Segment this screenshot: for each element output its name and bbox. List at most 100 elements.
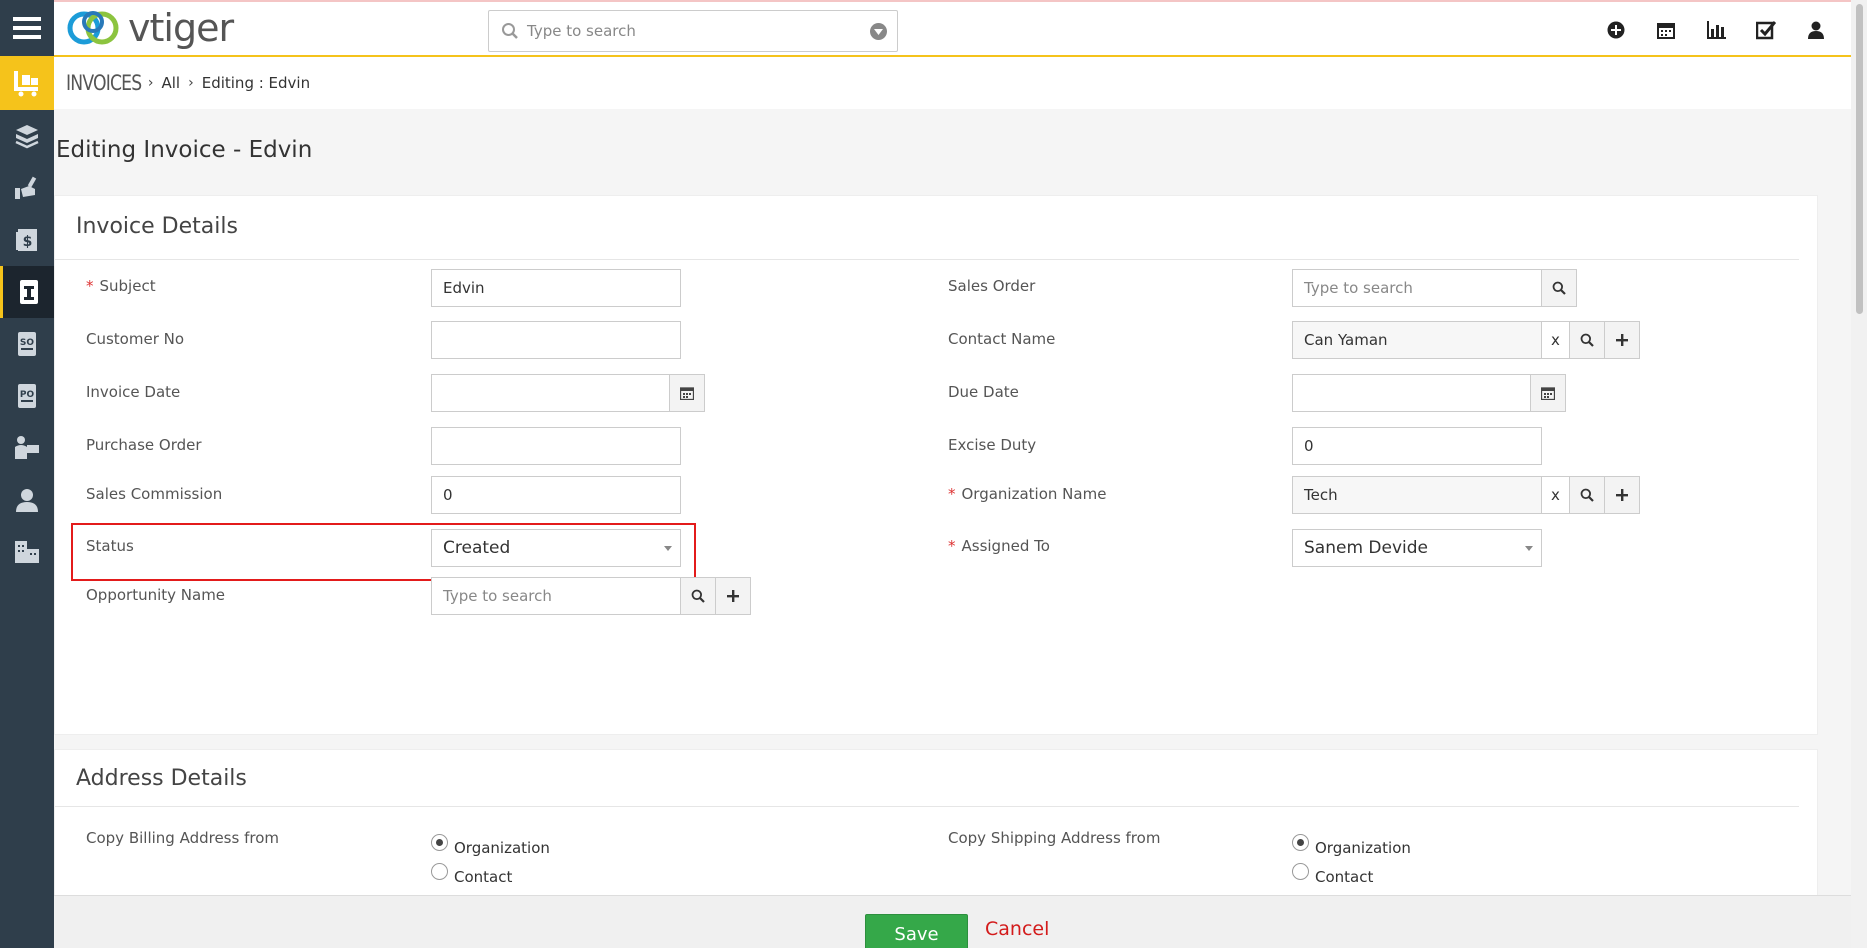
organization-name-input[interactable]: Tech [1292,476,1542,514]
opportunity-name-input[interactable]: Type to search [431,577,681,615]
sales-commission-input[interactable]: 0 [431,476,681,514]
shipping-organization-radio[interactable] [1292,834,1309,851]
assigned-to-label: * Assigned To [948,537,1050,555]
plus-icon [1616,489,1628,501]
menu-icon[interactable] [0,0,54,56]
sales-order-label: Sales Order [948,277,1036,295]
sales-order-search-button[interactable] [1541,269,1577,307]
shipping-contact-label: Contact [1315,868,1374,886]
price-books-icon[interactable]: $ [0,214,54,266]
cancel-link[interactable]: Cancel [985,918,1049,940]
user-profile-icon[interactable] [1791,16,1841,44]
invoice-date-calendar-button[interactable] [669,374,705,412]
left-sidebar: $ SO PO [0,0,54,948]
vertical-scrollbar[interactable] [1851,0,1867,948]
chevron-down-icon [664,546,672,551]
status-select[interactable]: Created [431,529,681,567]
search-icon [1580,333,1594,347]
logo-text: vtiger [128,6,234,50]
plus-icon [727,590,739,602]
reports-icon[interactable] [1691,16,1741,44]
purchase-order-label: Purchase Order [86,436,202,454]
section-title: Address Details [55,750,1799,807]
search-icon [1552,281,1566,295]
organization-add-button[interactable] [1604,476,1640,514]
sales-order-input[interactable]: Type to search [1292,269,1542,307]
inventory-icon[interactable] [0,56,54,110]
search-placeholder: Type to search [527,22,636,40]
customer-no-label: Customer No [86,330,185,348]
invoice-details-panel: Invoice Details * Subject Edvin Customer … [54,195,1818,735]
assigned-to-selected-value: Sanem Devide [1304,538,1428,558]
contact-search-button[interactable] [1569,321,1605,359]
subject-label: * Subject [86,277,156,295]
subject-input[interactable]: Edvin [431,269,681,307]
products-icon[interactable] [0,110,54,162]
opportunity-name-label: Opportunity Name [86,586,226,604]
main-content: Editing Invoice - Edvin Invoice Details … [54,109,1851,948]
search-icon [502,23,518,39]
invoice-date-input[interactable] [431,374,670,412]
organization-name-label-text: Organization Name [961,485,1107,503]
shipping-contact-radio[interactable] [1292,863,1309,880]
contact-name-input[interactable]: Can Yaman [1292,321,1542,359]
contact-clear-button[interactable]: x [1541,321,1570,359]
scrollbar-thumb[interactable] [1856,4,1863,314]
subject-label-text: Subject [99,277,156,295]
copy-billing-label: Copy Billing Address from [86,829,279,847]
due-date-label: Due Date [948,383,1019,401]
required-mark: * [948,485,956,503]
svg-text:SO: SO [20,338,34,348]
calendar-icon[interactable] [1641,16,1691,44]
search-options-icon[interactable] [870,23,887,40]
search-icon [1580,488,1594,502]
organization-name-label: * Organization Name [948,485,1106,503]
opportunity-search-button[interactable] [680,577,716,615]
page-title: Editing Invoice - Edvin [56,137,313,163]
excise-duty-label: Excise Duty [948,436,1037,454]
billing-contact-radio[interactable] [431,863,448,880]
vtiger-logo[interactable]: vtiger [64,6,234,50]
opportunity-add-button[interactable] [715,577,751,615]
invoice-date-label: Invoice Date [86,383,181,401]
sales-order-icon[interactable]: SO [0,318,54,370]
module-name-link[interactable]: INVOICES [66,71,142,95]
vendors-icon[interactable] [0,422,54,474]
organization-clear-button[interactable]: x [1541,476,1570,514]
due-date-input[interactable] [1292,374,1531,412]
required-mark: * [86,277,94,295]
services-icon[interactable] [0,162,54,214]
contacts-icon[interactable] [0,474,54,526]
breadcrumb: INVOICES › All › Editing : Edvin [54,57,1851,109]
global-search-input[interactable]: Type to search [488,10,898,52]
organizations-icon[interactable] [0,526,54,578]
status-label: Status [86,537,134,555]
breadcrumb-all-link[interactable]: All [162,74,181,92]
billing-organization-radio[interactable] [431,834,448,851]
organization-search-button[interactable] [1569,476,1605,514]
assigned-to-label-text: Assigned To [961,537,1050,555]
save-button[interactable]: Save [865,914,968,948]
breadcrumb-current: Editing : Edvin [201,74,311,92]
quick-create-icon[interactable] [1591,16,1641,44]
customer-no-input[interactable] [431,321,681,359]
billing-contact-label: Contact [454,868,513,886]
contact-add-button[interactable] [1604,321,1640,359]
logo-icon [67,11,119,45]
excise-duty-input[interactable]: 0 [1292,427,1542,465]
section-title: Invoice Details [55,196,1799,260]
form-footer: Save Cancel [54,895,1851,948]
invoice-icon[interactable] [0,266,54,318]
assigned-to-select[interactable]: Sanem Devide [1292,529,1542,567]
svg-text:$: $ [23,234,33,250]
svg-text:PO: PO [20,390,35,400]
purchase-order-icon[interactable]: PO [0,370,54,422]
calendar-icon [680,387,694,400]
tasks-icon[interactable] [1741,16,1791,44]
calendar-icon [1541,387,1555,400]
due-date-calendar-button[interactable] [1530,374,1566,412]
search-icon [691,589,705,603]
purchase-order-input[interactable] [431,427,681,465]
status-selected-value: Created [443,538,511,558]
required-mark: * [948,537,956,555]
